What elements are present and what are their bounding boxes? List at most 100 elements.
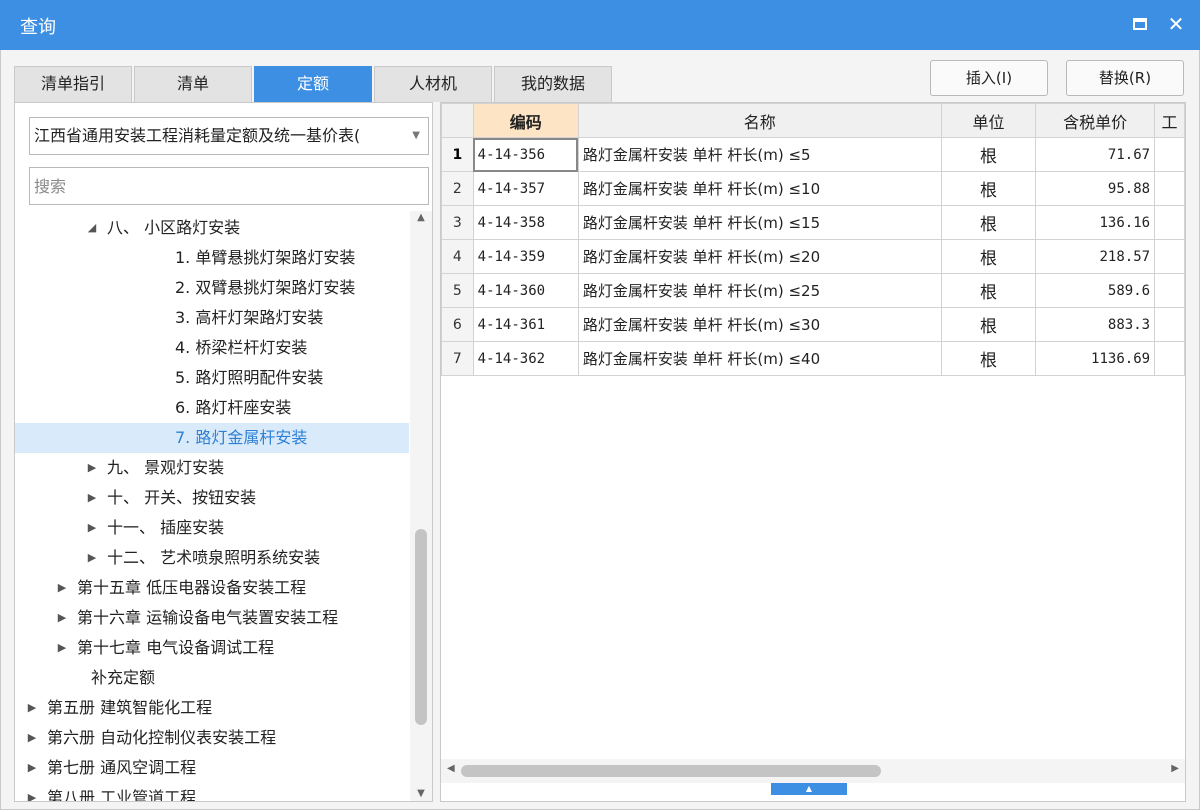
tree-item[interactable]: 补充定额 — [15, 663, 409, 693]
scroll-right-icon[interactable]: ▶ — [1171, 763, 1179, 774]
price-cell[interactable]: 95.88 — [1035, 171, 1156, 206]
expand-arrow-icon[interactable]: ▶ — [85, 513, 99, 543]
name-cell[interactable]: 路灯金属杆安装 单杆 杆长(m) ≤15 — [577, 205, 942, 240]
unit-cell[interactable]: 根 — [940, 307, 1037, 342]
tree-item[interactable]: ▶ 十、 开关、按钮安装 — [15, 483, 409, 513]
tree-item[interactable]: 3. 高杆灯架路灯安装 — [15, 303, 409, 333]
tree-item[interactable]: ▶ 第六册 自动化控制仪表安装工程 — [15, 723, 409, 753]
unit-cell[interactable]: 根 — [940, 137, 1037, 172]
unit-cell[interactable]: 根 — [940, 341, 1037, 376]
extra-cell[interactable] — [1154, 273, 1185, 308]
scroll-up-icon[interactable]: ▲ — [410, 211, 432, 225]
horizontal-scroll-thumb[interactable] — [461, 765, 881, 777]
extra-header[interactable]: 工 — [1154, 103, 1185, 138]
tree-item[interactable]: ▶ 第十六章 运输设备电气装置安装工程 — [15, 603, 409, 633]
code-cell[interactable]: 4-14-358 — [472, 205, 579, 240]
tree-scrollbar[interactable]: ▲ ▼ — [410, 211, 432, 801]
price-cell[interactable]: 1136.69 — [1035, 341, 1156, 376]
search-input[interactable] — [29, 167, 429, 205]
expand-arrow-icon[interactable]: ▶ — [25, 783, 39, 801]
code-cell[interactable]: 4-14-357 — [472, 171, 579, 206]
table-row[interactable]: 6 4-14-361 路灯金属杆安装 单杆 杆长(m) ≤30 根 883.3 — [441, 307, 1185, 342]
unit-cell[interactable]: 根 — [940, 205, 1037, 240]
scroll-left-icon[interactable]: ◀ — [447, 763, 455, 774]
close-icon[interactable]: ✕ — [1164, 12, 1188, 36]
extra-cell[interactable] — [1154, 239, 1185, 274]
price-cell[interactable]: 71.67 — [1035, 137, 1156, 172]
expand-arrow-icon[interactable]: ▶ — [25, 723, 39, 753]
expand-arrow-icon[interactable]: ▶ — [85, 543, 99, 573]
name-header[interactable]: 名称 — [577, 103, 942, 138]
maximize-icon[interactable] — [1128, 12, 1152, 36]
scroll-down-icon[interactable]: ▼ — [410, 787, 432, 801]
table-horizontal-scrollbar[interactable]: ◀ ▶ — [441, 759, 1185, 783]
name-cell[interactable]: 路灯金属杆安装 单杆 杆长(m) ≤25 — [577, 273, 942, 308]
insert-button[interactable]: 插入(I) — [930, 60, 1048, 96]
table-row[interactable]: 5 4-14-360 路灯金属杆安装 单杆 杆长(m) ≤25 根 589.6 — [441, 273, 1185, 308]
tree-item[interactable]: 2. 双臂悬挑灯架路灯安装 — [15, 273, 409, 303]
expand-arrow-icon[interactable]: ▶ — [55, 633, 69, 663]
code-header[interactable]: 编码 — [472, 103, 579, 138]
name-cell[interactable]: 路灯金属杆安装 单杆 杆长(m) ≤20 — [577, 239, 942, 274]
tree-item[interactable]: ▶ 九、 景观灯安装 — [15, 453, 409, 483]
expand-arrow-icon[interactable]: ▶ — [55, 603, 69, 633]
table-row[interactable]: 1 4-14-356 路灯金属杆安装 单杆 杆长(m) ≤5 根 71.67 — [441, 137, 1185, 172]
price-header[interactable]: 含税单价 — [1035, 103, 1156, 138]
expand-arrow-icon[interactable]: ▶ — [85, 483, 99, 513]
tab-qingdan-zhiyin[interactable]: 清单指引 — [14, 66, 132, 102]
replace-button[interactable]: 替换(R) — [1066, 60, 1184, 96]
name-cell[interactable]: 路灯金属杆安装 单杆 杆长(m) ≤10 — [577, 171, 942, 206]
extra-cell[interactable] — [1154, 137, 1185, 172]
name-cell[interactable]: 路灯金属杆安装 单杆 杆长(m) ≤40 — [577, 341, 942, 376]
code-cell[interactable]: 4-14-356 — [472, 137, 579, 172]
unit-header[interactable]: 单位 — [940, 103, 1037, 138]
code-cell[interactable]: 4-14-359 — [472, 239, 579, 274]
tree-item[interactable]: ▶ 第七册 通风空调工程 — [15, 753, 409, 783]
expand-arrow-icon[interactable]: ▶ — [25, 693, 39, 723]
tab-rencaiji[interactable]: 人材机 — [374, 66, 492, 102]
extra-cell[interactable] — [1154, 205, 1185, 240]
price-cell[interactable]: 589.6 — [1035, 273, 1156, 308]
tree-item[interactable]: 5. 路灯照明配件安装 — [15, 363, 409, 393]
unit-cell[interactable]: 根 — [940, 273, 1037, 308]
table-row[interactable]: 4 4-14-359 路灯金属杆安装 单杆 杆长(m) ≤20 根 218.57 — [441, 239, 1185, 274]
collapse-panel-icon[interactable]: ▲ — [771, 783, 847, 795]
expand-arrow-icon[interactable]: ▶ — [85, 453, 99, 483]
extra-cell[interactable] — [1154, 307, 1185, 342]
tree-item[interactable]: 6. 路灯杆座安装 — [15, 393, 409, 423]
tree-item[interactable]: ▶ 第十五章 低压电器设备安装工程 — [15, 573, 409, 603]
code-cell[interactable]: 4-14-360 — [472, 273, 579, 308]
unit-cell[interactable]: 根 — [940, 171, 1037, 206]
scroll-thumb[interactable] — [415, 529, 427, 725]
tab-qingdan[interactable]: 清单 — [134, 66, 252, 102]
price-cell[interactable]: 218.57 — [1035, 239, 1156, 274]
table-row[interactable]: 2 4-14-357 路灯金属杆安装 单杆 杆长(m) ≤10 根 95.88 — [441, 171, 1185, 206]
tree-item[interactable]: ◢ 八、 小区路灯安装 — [15, 213, 409, 243]
price-cell[interactable]: 136.16 — [1035, 205, 1156, 240]
collapse-arrow-icon[interactable]: ◢ — [85, 213, 99, 243]
tree-item[interactable]: ▶ 十一、 插座安装 — [15, 513, 409, 543]
tree-item[interactable]: ▶ 第五册 建筑智能化工程 — [15, 693, 409, 723]
code-cell[interactable]: 4-14-361 — [472, 307, 579, 342]
extra-cell[interactable] — [1154, 341, 1185, 376]
expand-arrow-icon[interactable]: ▶ — [25, 753, 39, 783]
tab-dinge[interactable]: 定额 — [254, 66, 372, 102]
library-select[interactable]: 江西省通用安装工程消耗量定额及统一基价表( ▼ — [29, 117, 429, 155]
tree-item-label: 第十五章 低压电器设备安装工程 — [77, 578, 307, 597]
tab-my-data[interactable]: 我的数据 — [494, 66, 612, 102]
tree-item[interactable]: ▶ 第八册 工业管道工程 — [15, 783, 409, 801]
tree-item[interactable]: 1. 单臂悬挑灯架路灯安装 — [15, 243, 409, 273]
tree-item[interactable]: ▶ 第十七章 电气设备调试工程 — [15, 633, 409, 663]
unit-cell[interactable]: 根 — [940, 239, 1037, 274]
table-row[interactable]: 7 4-14-362 路灯金属杆安装 单杆 杆长(m) ≤40 根 1136.69 — [441, 341, 1185, 376]
code-cell[interactable]: 4-14-362 — [472, 341, 579, 376]
tree-item[interactable]: ▶ 十二、 艺术喷泉照明系统安装 — [15, 543, 409, 573]
tree-item[interactable]: 7. 路灯金属杆安装 — [15, 423, 409, 453]
name-cell[interactable]: 路灯金属杆安装 单杆 杆长(m) ≤5 — [577, 137, 942, 172]
name-cell[interactable]: 路灯金属杆安装 单杆 杆长(m) ≤30 — [577, 307, 942, 342]
tree-item[interactable]: 4. 桥梁栏杆灯安装 — [15, 333, 409, 363]
table-row[interactable]: 3 4-14-358 路灯金属杆安装 单杆 杆长(m) ≤15 根 136.16 — [441, 205, 1185, 240]
extra-cell[interactable] — [1154, 171, 1185, 206]
expand-arrow-icon[interactable]: ▶ — [55, 573, 69, 603]
price-cell[interactable]: 883.3 — [1035, 307, 1156, 342]
